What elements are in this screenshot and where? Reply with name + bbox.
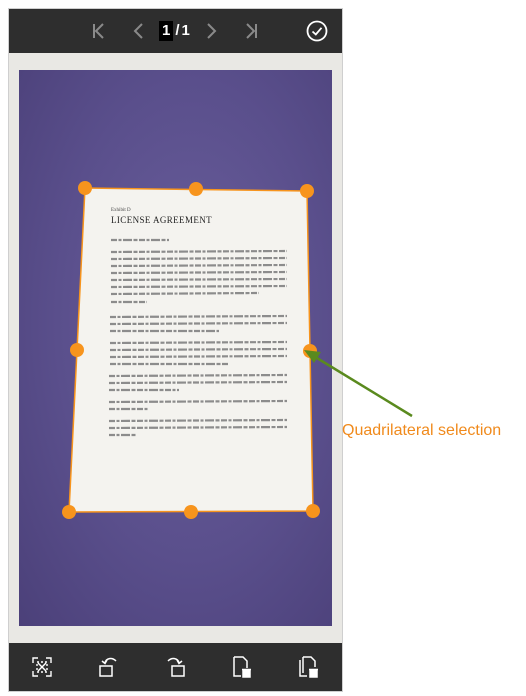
annotation-arrow xyxy=(304,350,413,418)
annotation-label: Quadrilateral selection xyxy=(342,422,502,439)
